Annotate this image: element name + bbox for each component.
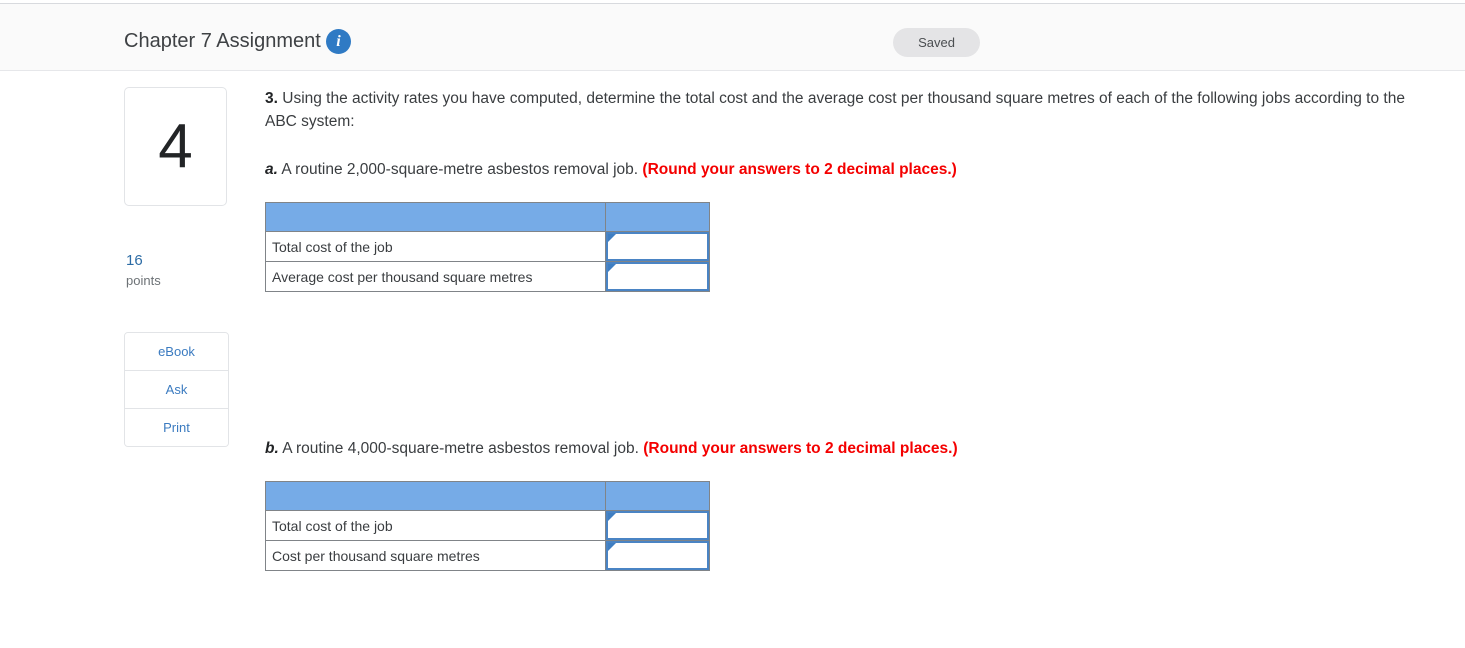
ask-button[interactable]: Ask xyxy=(125,371,228,409)
table-header-cell-label xyxy=(265,202,606,232)
question-stem-number: 3. xyxy=(265,90,278,107)
part-b-instruction: (Round your answers to 2 decimal places.… xyxy=(643,440,958,457)
answer-cell-average-cost[interactable] xyxy=(605,261,710,292)
row-label-cost-per-thousand: Cost per thousand square metres xyxy=(265,540,606,571)
answer-input-total-cost[interactable] xyxy=(606,232,709,261)
row-label-total-cost: Total cost of the job xyxy=(265,510,606,541)
part-b-letter: b. xyxy=(265,440,279,457)
page-title: Chapter 7 Assignment xyxy=(124,30,321,52)
tool-button-stack: eBook Ask Print xyxy=(124,332,229,447)
cell-marker-triangle-icon xyxy=(608,513,616,521)
question-number-card: 4 xyxy=(124,87,227,206)
cell-marker-triangle-icon xyxy=(608,234,616,242)
cell-marker-triangle-icon xyxy=(608,543,616,551)
part-a-prompt: a. A routine 2,000-square-metre asbestos… xyxy=(265,158,1425,181)
part-b-answer-table: Total cost of the job Cost per thousand … xyxy=(265,481,710,571)
answer-input-average-cost[interactable] xyxy=(606,262,709,291)
answer-cell-total-cost[interactable] xyxy=(605,510,710,541)
part-a-instruction: (Round your answers to 2 decimal places.… xyxy=(642,161,957,178)
table-row: Cost per thousand square metres xyxy=(265,540,710,571)
table-header-cell-label xyxy=(265,481,606,511)
table-header-cell-value xyxy=(605,202,710,232)
question-stem-text: Using the activity rates you have comput… xyxy=(265,90,1405,130)
points-label: points xyxy=(126,273,161,288)
question-body: 3. Using the activity rates you have com… xyxy=(265,87,1425,571)
table-row: Average cost per thousand square metres xyxy=(265,261,710,292)
points-value: 16 xyxy=(126,252,143,269)
table-row: Total cost of the job xyxy=(265,231,710,262)
question-number: 4 xyxy=(158,111,193,181)
part-a-text: A routine 2,000-square-metre asbestos re… xyxy=(281,161,639,178)
table-header-row xyxy=(265,481,710,511)
part-a-answer-table: Total cost of the job Average cost per t… xyxy=(265,202,710,292)
answer-input-total-cost[interactable] xyxy=(606,511,709,540)
points-block: 16 points xyxy=(124,252,229,290)
answer-cell-cost-per-thousand[interactable] xyxy=(605,540,710,571)
table-header-row xyxy=(265,202,710,232)
status-badge: Saved xyxy=(893,28,980,57)
row-label-total-cost: Total cost of the job xyxy=(265,231,606,262)
part-a-letter: a. xyxy=(265,161,278,178)
table-header-cell-value xyxy=(605,481,710,511)
print-button[interactable]: Print xyxy=(125,409,228,446)
row-label-average-cost: Average cost per thousand square metres xyxy=(265,261,606,292)
assignment-header-bar: Chapter 7 Assignment i Saved xyxy=(0,4,1465,71)
cell-marker-triangle-icon xyxy=(608,264,616,272)
part-b-text: A routine 4,000-square-metre asbestos re… xyxy=(282,440,639,457)
ebook-button[interactable]: eBook xyxy=(125,333,228,371)
question-stem: 3. Using the activity rates you have com… xyxy=(265,87,1425,133)
question-left-rail: 4 16 points eBook Ask Print xyxy=(124,87,229,447)
part-b-prompt: b. A routine 4,000-square-metre asbestos… xyxy=(265,437,1425,460)
answer-input-cost-per-thousand[interactable] xyxy=(606,541,709,570)
info-icon[interactable]: i xyxy=(326,29,351,54)
answer-cell-total-cost[interactable] xyxy=(605,231,710,262)
table-row: Total cost of the job xyxy=(265,510,710,541)
